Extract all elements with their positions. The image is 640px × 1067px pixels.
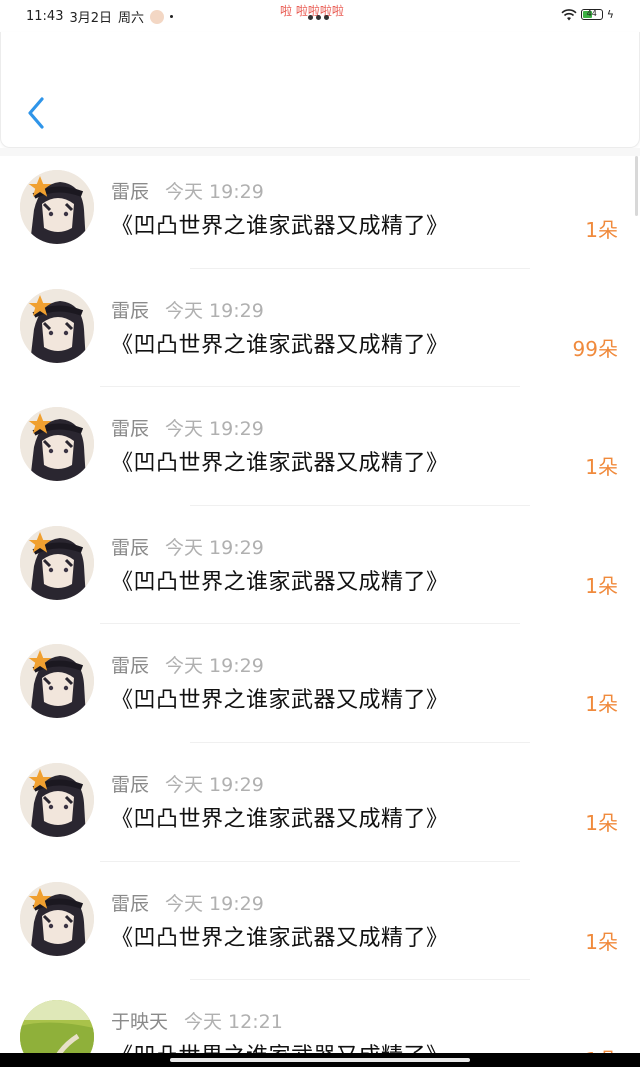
timestamp: 今天 19:29: [165, 181, 264, 203]
notification-dot-icon: [170, 15, 174, 18]
timestamp: 今天 12:21: [184, 1011, 283, 1034]
gift-record-list: 雷辰 今天 19:29 《凹凸世界之谁家武器又成精了》 1朵 雷辰 今天 19:29…: [0, 150, 640, 1067]
more-dots-icon[interactable]: [308, 15, 329, 20]
work-title: 《凹凸世界之谁家武器又成精了》: [111, 806, 449, 832]
charging-bolt-icon: ϟ: [606, 8, 614, 21]
wifi-icon: [561, 8, 577, 20]
name-line: 雷辰 今天 19:29: [111, 770, 264, 797]
name-line: 雷辰 今天 19:29: [111, 651, 264, 678]
avatar[interactable]: [20, 644, 94, 719]
avatar[interactable]: [20, 881, 94, 956]
timestamp: 今天 19:29: [165, 536, 264, 559]
home-indicator[interactable]: [170, 1058, 470, 1062]
avatar[interactable]: [20, 762, 94, 837]
list-item[interactable]: 雷辰 今天 19:29 《凹凸世界之谁家武器又成精了》 1朵: [0, 743, 640, 862]
status-weekday: 周六: [118, 11, 145, 26]
flower-amount: 1朵: [585, 573, 618, 598]
timestamp: 今天 19:29: [165, 773, 264, 796]
user-name: 雷辰: [111, 655, 150, 678]
avatar[interactable]: [20, 407, 94, 482]
user-name: 雷辰: [111, 773, 150, 796]
timestamp: 今天 19:29: [165, 418, 264, 441]
flower-amount: 1朵: [585, 929, 618, 954]
name-line: 雷辰 今天 19:29: [111, 414, 264, 441]
user-name: 雷辰: [111, 181, 150, 203]
name-line: 雷辰 今天 19:29: [111, 889, 264, 916]
list-item[interactable]: 雷辰 今天 19:29 《凹凸世界之谁家武器又成精了》 1朵: [0, 862, 640, 981]
chevron-left-icon: [28, 97, 44, 129]
user-name: 于映天: [111, 1011, 169, 1034]
name-line: 雷辰 今天 19:29: [111, 177, 264, 204]
avatar[interactable]: [20, 525, 94, 600]
timestamp: 今天 19:29: [165, 299, 264, 322]
work-title: 《凹凸世界之谁家武器又成精了》: [111, 214, 449, 239]
list-item[interactable]: 雷辰 今天 19:29 《凹凸世界之谁家武器又成精了》 1朵: [0, 387, 640, 506]
work-title: 《凹凸世界之谁家武器又成精了》: [111, 569, 449, 595]
work-title: 《凹凸世界之谁家武器又成精了》: [111, 925, 449, 951]
work-title: 《凹凸世界之谁家武器又成精了》: [111, 332, 449, 358]
timestamp: 今天 19:29: [165, 892, 264, 915]
header: [0, 32, 640, 148]
avatar[interactable]: [20, 288, 94, 363]
scrollbar[interactable]: [635, 156, 638, 216]
list-item[interactable]: 雷辰 今天 19:29 《凹凸世界之谁家武器又成精了》 1朵: [0, 506, 640, 625]
list-item[interactable]: 雷辰 今天 19:29 《凹凸世界之谁家武器又成精了》 1朵: [0, 624, 640, 743]
user-name: 雷辰: [111, 418, 150, 441]
list-item[interactable]: 雷辰 今天 19:29 《凹凸世界之谁家武器又成精了》 1朵: [0, 150, 640, 269]
list-item[interactable]: 雷辰 今天 19:29 《凹凸世界之谁家武器又成精了》 99朵: [0, 269, 640, 388]
avatar[interactable]: [20, 170, 94, 244]
user-name: 雷辰: [111, 299, 150, 322]
status-time: 11:43: [26, 9, 64, 24]
notification-app-icon: [150, 9, 165, 24]
user-name: 雷辰: [111, 536, 150, 559]
name-line: 雷辰 今天 19:29: [111, 296, 264, 323]
status-left: 11:43 3月2日 周六: [26, 7, 174, 26]
battery-icon: 44: [580, 9, 603, 20]
status-bar: 11:43 3月2日 周六 啦 啦啦啦啦 44 ϟ: [0, 0, 640, 32]
navigation-bar: [0, 1053, 640, 1067]
work-title: 《凹凸世界之谁家武器又成精了》: [111, 688, 449, 714]
name-line: 于映天 今天 12:21: [111, 1007, 283, 1034]
flower-amount: 99朵: [572, 336, 618, 361]
name-line: 雷辰 今天 19:29: [111, 533, 264, 560]
user-name: 雷辰: [111, 892, 150, 915]
battery-level: 44: [586, 9, 597, 18]
status-date: 3月2日: [69, 11, 113, 26]
work-title: 《凹凸世界之谁家武器又成精了》: [111, 451, 449, 477]
timestamp: 今天 19:29: [165, 655, 264, 678]
status-right: 44 ϟ: [561, 8, 614, 21]
flower-amount: 1朵: [585, 455, 618, 480]
back-button[interactable]: [21, 94, 51, 132]
flower-amount: 1朵: [585, 218, 618, 242]
flower-amount: 1朵: [585, 810, 618, 835]
flower-amount: 1朵: [585, 692, 618, 717]
